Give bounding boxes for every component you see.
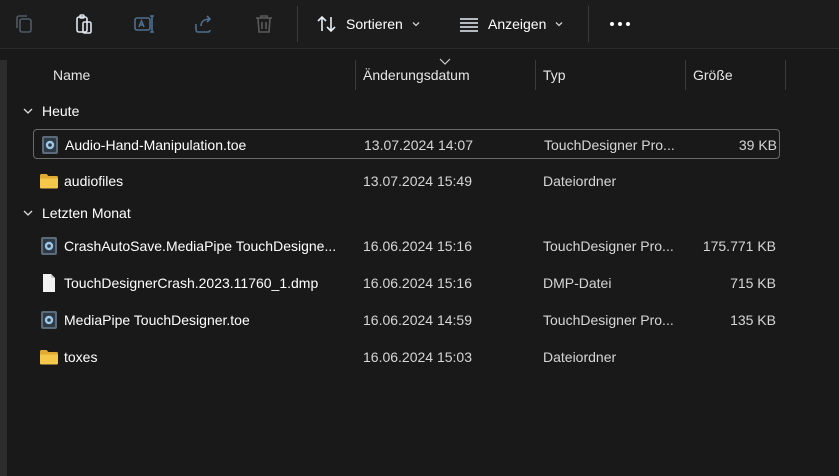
file-size: 175.771 KB: [702, 238, 776, 254]
column-divider[interactable]: [785, 60, 786, 90]
file-size: 39 KB: [738, 137, 777, 153]
sort-label: Sortieren: [346, 16, 403, 32]
view-button[interactable]: Anzeigen: [458, 8, 564, 40]
folder-icon: [40, 350, 58, 365]
folder-row[interactable]: audiofiles 13.07.2024 15:49 Dateiordner: [33, 166, 780, 196]
file-date: 16.06.2024 15:16: [363, 275, 472, 291]
command-bar: Sortieren Anzeigen: [0, 0, 839, 49]
more-options-icon[interactable]: [606, 12, 634, 36]
file-date: 13.07.2024 15:49: [363, 173, 472, 189]
column-size[interactable]: Größe: [693, 60, 733, 90]
toolbar-separator: [588, 6, 589, 42]
column-divider[interactable]: [685, 60, 686, 90]
chevron-down-icon: [23, 108, 33, 114]
chevron-down-icon: [412, 22, 420, 27]
column-type[interactable]: Typ: [543, 60, 566, 90]
file-row[interactable]: MediaPipe TouchDesigner.toe 16.06.2024 1…: [33, 305, 780, 335]
column-divider[interactable]: [535, 60, 536, 90]
chevron-down-icon: [555, 22, 563, 27]
file-name: audiofiles: [64, 173, 124, 189]
group-header-last-month[interactable]: Letzten Monat: [22, 202, 131, 224]
file-type: Dateiordner: [543, 349, 617, 365]
column-divider[interactable]: [355, 60, 356, 90]
rename-icon[interactable]: [132, 12, 156, 36]
file-name: CrashAutoSave.MediaPipe TouchDesigne...: [64, 238, 337, 254]
view-label: Anzeigen: [488, 16, 547, 32]
group-label: Heute: [42, 103, 80, 119]
file-row[interactable]: TouchDesignerCrash.2023.11760_1.dmp 16.0…: [33, 268, 780, 298]
chevron-down-icon: [23, 210, 33, 216]
column-header-row: Name Änderungsdatum Typ Größe: [0, 60, 839, 90]
file-size: 135 KB: [730, 312, 776, 328]
file-name: Audio-Hand-Manipulation.toe: [65, 137, 247, 153]
view-list-icon: [460, 18, 478, 32]
file-type: Dateiordner: [543, 173, 617, 189]
file-size: [683, 342, 776, 372]
file-name: MediaPipe TouchDesigner.toe: [64, 312, 250, 328]
touchdesigner-file-icon: [41, 237, 57, 255]
file-row[interactable]: CrashAutoSave.MediaPipe TouchDesigne... …: [33, 231, 780, 261]
touchdesigner-file-icon: [41, 311, 57, 329]
file-type: DMP-Datei: [543, 275, 612, 291]
toolbar-separator: [297, 6, 298, 42]
file-type: TouchDesigner Pro...: [543, 238, 674, 254]
file-date: 16.06.2024 14:59: [363, 312, 472, 328]
column-name[interactable]: Name: [53, 60, 90, 90]
navigation-pane-edge: [0, 60, 7, 476]
file-name: TouchDesignerCrash.2023.11760_1.dmp: [64, 275, 319, 291]
touchdesigner-file-icon: [42, 136, 58, 154]
file-date: 16.06.2024 15:03: [363, 349, 472, 365]
sort-button[interactable]: Sortieren: [316, 8, 421, 40]
file-date: 13.07.2024 14:07: [364, 137, 473, 153]
delete-icon[interactable]: [252, 12, 276, 36]
file-name: toxes: [64, 349, 98, 365]
file-type: TouchDesigner Pro...: [543, 312, 674, 328]
file-size: 715 KB: [730, 275, 776, 291]
group-label: Letzten Monat: [42, 205, 131, 221]
file-size: [683, 166, 776, 196]
column-date[interactable]: Änderungsdatum: [363, 60, 470, 90]
folder-icon: [40, 174, 58, 189]
group-header-today[interactable]: Heute: [22, 100, 79, 122]
file-date: 16.06.2024 15:16: [363, 238, 472, 254]
file-type: TouchDesigner Pro...: [544, 137, 675, 153]
copy-icon[interactable]: [12, 12, 36, 36]
sort-icon: [317, 15, 336, 33]
share-icon[interactable]: [192, 12, 216, 36]
file-row[interactable]: Audio-Hand-Manipulation.toe 13.07.2024 1…: [33, 129, 780, 159]
paste-icon[interactable]: [72, 12, 96, 36]
file-icon: [43, 274, 55, 292]
folder-row[interactable]: toxes 16.06.2024 15:03 Dateiordner: [33, 342, 780, 372]
